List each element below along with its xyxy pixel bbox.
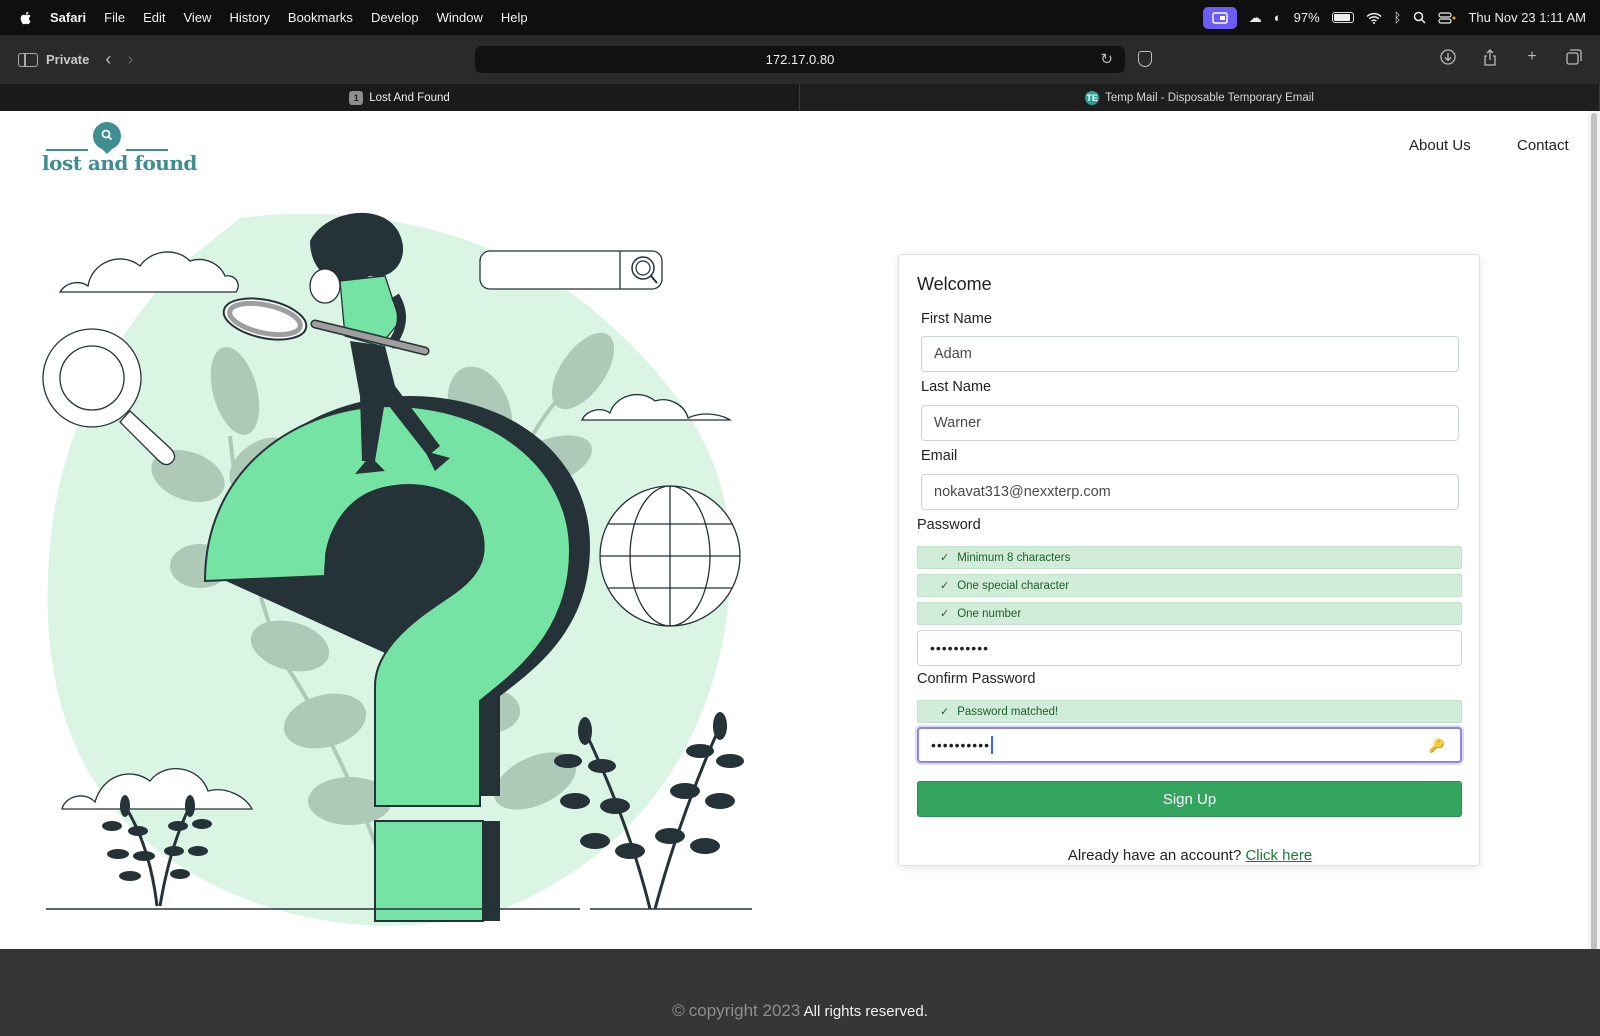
menu-edit[interactable]: Edit <box>143 10 165 25</box>
password-mask: •••••••••• <box>930 640 990 656</box>
check-text: Minimum 8 characters <box>957 551 1071 564</box>
screen-sharing-icon[interactable] <box>1202 6 1237 29</box>
sign-up-button[interactable]: Sign Up <box>917 781 1462 817</box>
login-prompt: Already have an account? Click here <box>899 847 1481 864</box>
password-label: Password <box>917 517 981 533</box>
address-bar[interactable]: 172.17.0.80 ↻ <box>475 46 1125 73</box>
privacy-shield-icon[interactable] <box>1138 51 1152 67</box>
password-key-icon[interactable]: 🔑 <box>1429 738 1446 754</box>
scrollbar-thumb[interactable] <box>1591 113 1597 983</box>
url-text: 172.17.0.80 <box>765 52 835 67</box>
first-name-value: Adam <box>934 346 972 362</box>
bluetooth-icon[interactable]: ᛒ <box>1394 10 1402 25</box>
checkmark-icon: ✓ <box>940 552 950 564</box>
footer-text: © copyright 2023 All rights reserved. <box>0 1001 1600 1021</box>
battery-icon[interactable] <box>1331 12 1354 23</box>
password-input[interactable]: •••••••••• <box>917 630 1462 666</box>
last-name-label: Last Name <box>921 379 992 395</box>
reload-icon[interactable]: ↻ <box>1100 50 1113 68</box>
tab-favicon: 1 <box>349 90 364 105</box>
wifi-icon[interactable] <box>1366 12 1382 24</box>
check-text: One special character <box>957 579 1070 592</box>
share-icon[interactable] <box>1480 47 1500 67</box>
first-name-label: First Name <box>921 311 992 327</box>
copyright-icon: © <box>672 1001 685 1020</box>
menu-app-name[interactable]: Safari <box>50 10 86 25</box>
check-text: Password matched! <box>957 705 1059 718</box>
tab-overview-icon[interactable] <box>1564 47 1584 67</box>
new-tab-icon[interactable]: + <box>1522 47 1542 67</box>
control-center-icon[interactable] <box>1438 11 1456 24</box>
last-name-value: Warner <box>934 415 981 431</box>
app-status-icon[interactable]: ◐ <box>1274 10 1282 25</box>
menu-bookmarks[interactable]: Bookmarks <box>288 10 353 25</box>
tab-bar: 1 Lost And Found TE Temp Mail - Disposab… <box>0 84 1600 111</box>
checkmark-icon: ✓ <box>940 580 950 592</box>
menu-help[interactable]: Help <box>501 10 528 25</box>
card-title: Welcome <box>917 274 992 294</box>
nav-about-us[interactable]: About Us <box>1409 137 1471 154</box>
last-name-input[interactable]: Warner <box>921 405 1459 441</box>
login-link[interactable]: Click here <box>1245 847 1312 864</box>
confirm-password-label: Confirm Password <box>917 671 1036 687</box>
signup-card: Welcome First Name Adam Last Name Warner… <box>898 254 1480 866</box>
email-label: Email <box>921 448 958 464</box>
site-footer: © copyright 2023 All rights reserved. <box>0 949 1600 1036</box>
first-name-input[interactable]: Adam <box>921 336 1459 372</box>
tab-title: Lost And Found <box>369 91 450 104</box>
password-check-number: ✓ One number <box>917 602 1462 625</box>
menu-clock[interactable]: Thu Nov 23 1:11 AM <box>1468 10 1586 25</box>
confirm-password-input[interactable]: •••••••••• 🔑 <box>917 727 1462 763</box>
logo-text: lost and found <box>42 151 197 175</box>
tab-favicon: TE <box>1085 90 1100 105</box>
rights-text: All rights reserved. <box>803 1003 928 1020</box>
battery-percent: 97% <box>1293 10 1320 25</box>
search-bubble-icon <box>46 122 168 154</box>
back-arrow-icon[interactable]: ‹ <box>105 49 111 70</box>
menu-history[interactable]: History <box>229 10 269 25</box>
login-prompt-text: Already have an account? <box>1067 847 1242 864</box>
menu-view[interactable]: View <box>184 10 212 25</box>
weather-icon[interactable]: ☁ <box>1249 10 1262 26</box>
apple-logo-icon[interactable] <box>18 10 34 26</box>
menu-window[interactable]: Window <box>437 10 483 25</box>
tab-lost-and-found[interactable]: 1 Lost And Found <box>0 84 800 111</box>
private-label: Private <box>46 52 90 67</box>
menu-file[interactable]: File <box>104 10 125 25</box>
copyright-text: copyright 2023 <box>688 1001 801 1020</box>
password-check-length: ✓ Minimum 8 characters <box>917 546 1462 569</box>
password-check-special: ✓ One special character <box>917 574 1462 597</box>
sidebar-toggle-icon[interactable] <box>18 52 38 67</box>
tab-title: Temp Mail - Disposable Temporary Email <box>1105 91 1314 104</box>
lost-and-found-illustration <box>42 212 752 926</box>
checkmark-icon: ✓ <box>940 706 950 718</box>
confirm-password-mask: •••••••••• <box>931 737 991 753</box>
text-caret <box>991 736 993 754</box>
check-text: One number <box>957 607 1022 620</box>
page-scrollbar[interactable] <box>1588 111 1600 983</box>
email-value: nokavat313@nexxterp.com <box>934 484 1111 500</box>
email-input[interactable]: nokavat313@nexxterp.com <box>921 474 1459 510</box>
browser-toolbar: Private ‹ › 172.17.0.80 ↻ + <box>0 35 1600 84</box>
checkmark-icon: ✓ <box>940 608 950 620</box>
menu-develop[interactable]: Develop <box>371 10 419 25</box>
macos-menu-bar: Safari File Edit View History Bookmarks … <box>0 0 1600 35</box>
site-logo[interactable]: lost and found <box>42 121 197 181</box>
downloads-icon[interactable] <box>1438 47 1458 67</box>
nav-contact[interactable]: Contact <box>1517 137 1569 154</box>
forward-arrow-icon[interactable]: › <box>127 49 133 70</box>
spotlight-search-icon[interactable] <box>1413 11 1426 24</box>
password-match-check: ✓ Password matched! <box>917 700 1462 723</box>
tab-temp-mail[interactable]: TE Temp Mail - Disposable Temporary Emai… <box>800 84 1600 111</box>
web-page: lost and found About Us Contact Welcome … <box>0 111 1600 1036</box>
